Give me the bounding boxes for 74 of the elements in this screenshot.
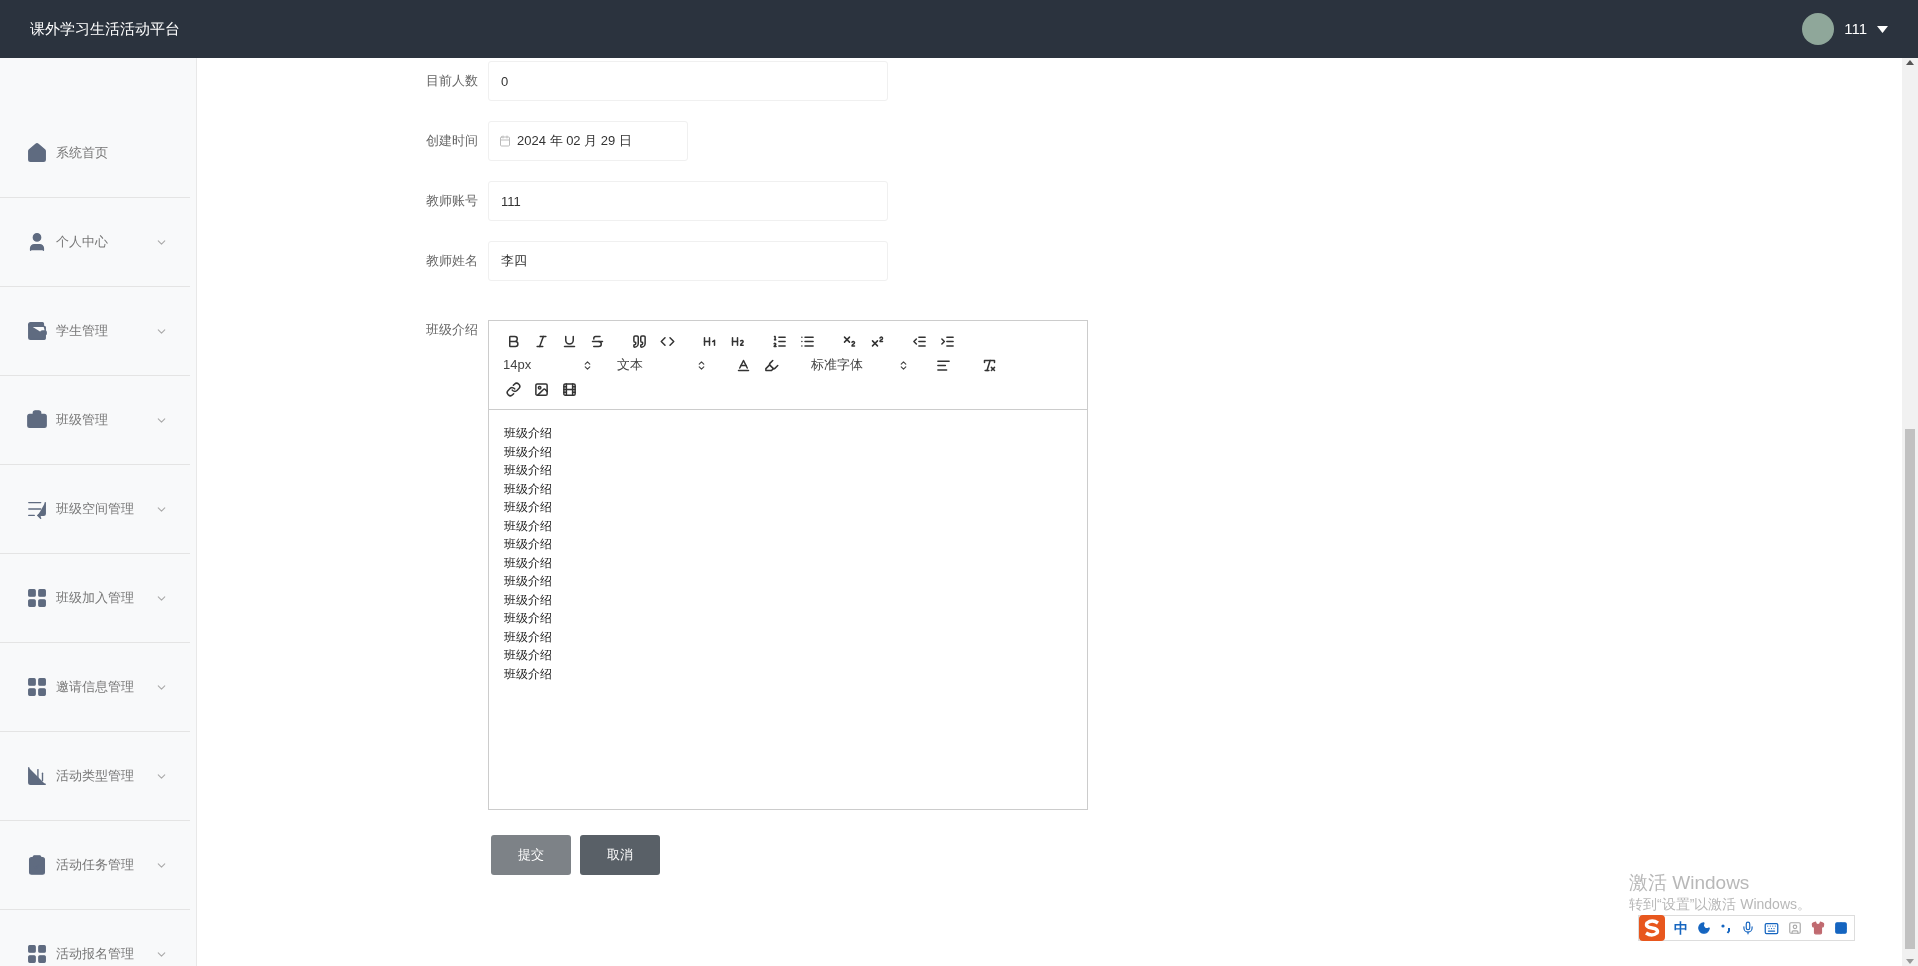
- input-field[interactable]: 0: [488, 61, 888, 101]
- editor-line: 班级介绍: [504, 610, 552, 627]
- calendar-icon: [499, 135, 511, 147]
- caret-icon[interactable]: [1877, 25, 1888, 33]
- avatar[interactable]: [1802, 13, 1835, 45]
- sidebar-label: 活动报名管理: [56, 945, 135, 964]
- briefcase-icon: [26, 409, 48, 431]
- sidebar-item[interactable]: 活动报名管理: [0, 910, 190, 966]
- sidebar-label: 活动类型管理: [56, 767, 135, 786]
- editor-line: 班级介绍: [504, 536, 552, 553]
- field-label: 目前人数: [425, 72, 478, 91]
- field-label: 创建时间: [425, 132, 478, 151]
- sidebar-label: 活动任务管理: [56, 856, 135, 875]
- editor-line: 班级介绍: [504, 499, 552, 516]
- sidebar-label: 个人中心: [56, 233, 109, 252]
- sidebar-item[interactable]: 班级管理: [0, 376, 190, 465]
- sidebar-label: 邀请信息管理: [56, 678, 135, 697]
- editor-line: 班级介绍: [504, 628, 552, 646]
- editor-line: 班级介绍: [504, 480, 552, 498]
- keyboard-icon[interactable]: [1764, 920, 1779, 936]
- scrollbar[interactable]: [1902, 58, 1918, 966]
- sidebar-label: 学生管理: [56, 322, 109, 341]
- editor-line: 班级介绍: [504, 591, 552, 609]
- input-mode[interactable]: 中: [1674, 917, 1688, 939]
- sidebar-label: 班级管理: [56, 411, 109, 430]
- up-down-arrows-icon: [898, 359, 909, 371]
- wallet-icon: [26, 320, 48, 342]
- editor-line: 班级介绍: [504, 647, 552, 664]
- up-down-arrows-icon: [696, 359, 707, 371]
- editor-line: 班级介绍: [504, 665, 552, 683]
- toolbar-dropdown[interactable]: 文本: [617, 355, 707, 375]
- toolbar-dropdown[interactable]: 14px: [503, 355, 593, 375]
- punctuation-icon[interactable]: [1720, 922, 1732, 934]
- toolbar-dropdown[interactable]: 标准字体: [811, 355, 909, 375]
- username[interactable]: 111: [1844, 17, 1867, 41]
- moon-icon[interactable]: [1697, 921, 1711, 935]
- sidebar-item[interactable]: 学生管理: [0, 287, 190, 376]
- field-label: 教师账号: [425, 192, 478, 211]
- scroll-up-icon[interactable]: [1906, 60, 1914, 65]
- sidebar-item[interactable]: 系统首页: [0, 109, 190, 198]
- sidebar-label: 系统首页: [56, 144, 109, 163]
- cancel-button[interactable]: 取消: [580, 835, 660, 875]
- sidebar-item[interactable]: 班级空间管理: [0, 465, 190, 554]
- activation-hint: 转到“设置”以激活 Windows。: [1629, 895, 1811, 913]
- editor-line: 班级介绍: [504, 554, 552, 572]
- field-label: 教师姓名: [425, 252, 478, 271]
- house-icon: [26, 142, 48, 164]
- date-field[interactable]: 2024 年 02 月 29 日: [488, 121, 688, 161]
- app-title: 课外学习生活活动平台: [30, 18, 180, 39]
- sidebar-item[interactable]: 班级加入管理: [0, 554, 190, 643]
- editor-content[interactable]: 班级介绍 班级介绍 班级介绍 班级介绍 班级介绍 班级介绍 班级介绍 班级介绍 班级介绍 班级介绍 班级介绍 班级介绍 班级介绍 班级介绍: [489, 410, 1087, 809]
- scrollbar-thumb[interactable]: [1905, 429, 1915, 949]
- sidebar-item[interactable]: 邀请信息管理: [0, 643, 190, 732]
- sidebar-item[interactable]: 活动类型管理: [0, 732, 190, 821]
- editor-line: 班级介绍: [504, 462, 552, 479]
- up-down-arrows-icon: [582, 359, 593, 371]
- sidebar-label: 班级空间管理: [56, 500, 135, 519]
- input-field[interactable]: 李四: [488, 241, 888, 281]
- sidebar-item[interactable]: 活动任务管理: [0, 821, 190, 910]
- field-label: 班级介绍: [425, 321, 478, 339]
- microphone-icon[interactable]: [1741, 921, 1755, 935]
- date-value: 2024 年 02 月 29 日: [517, 132, 632, 151]
- ime-logo-icon[interactable]: [1639, 915, 1665, 941]
- input-field[interactable]: 111: [488, 181, 888, 221]
- link-icon[interactable]: [503, 379, 523, 399]
- editor-line: 班级介绍: [504, 573, 552, 590]
- activation-title: 激活 Windows: [1629, 871, 1751, 895]
- submit-button[interactable]: 提交: [491, 835, 571, 875]
- editor-line: 班级介绍: [504, 425, 552, 442]
- shirt-icon[interactable]: [1811, 921, 1825, 935]
- sidebar-label: 班级加入管理: [56, 589, 135, 608]
- editor-line: 班级介绍: [504, 517, 552, 535]
- sidebar-item[interactable]: 个人中心: [0, 198, 190, 287]
- editor-line: 班级介绍: [504, 443, 552, 461]
